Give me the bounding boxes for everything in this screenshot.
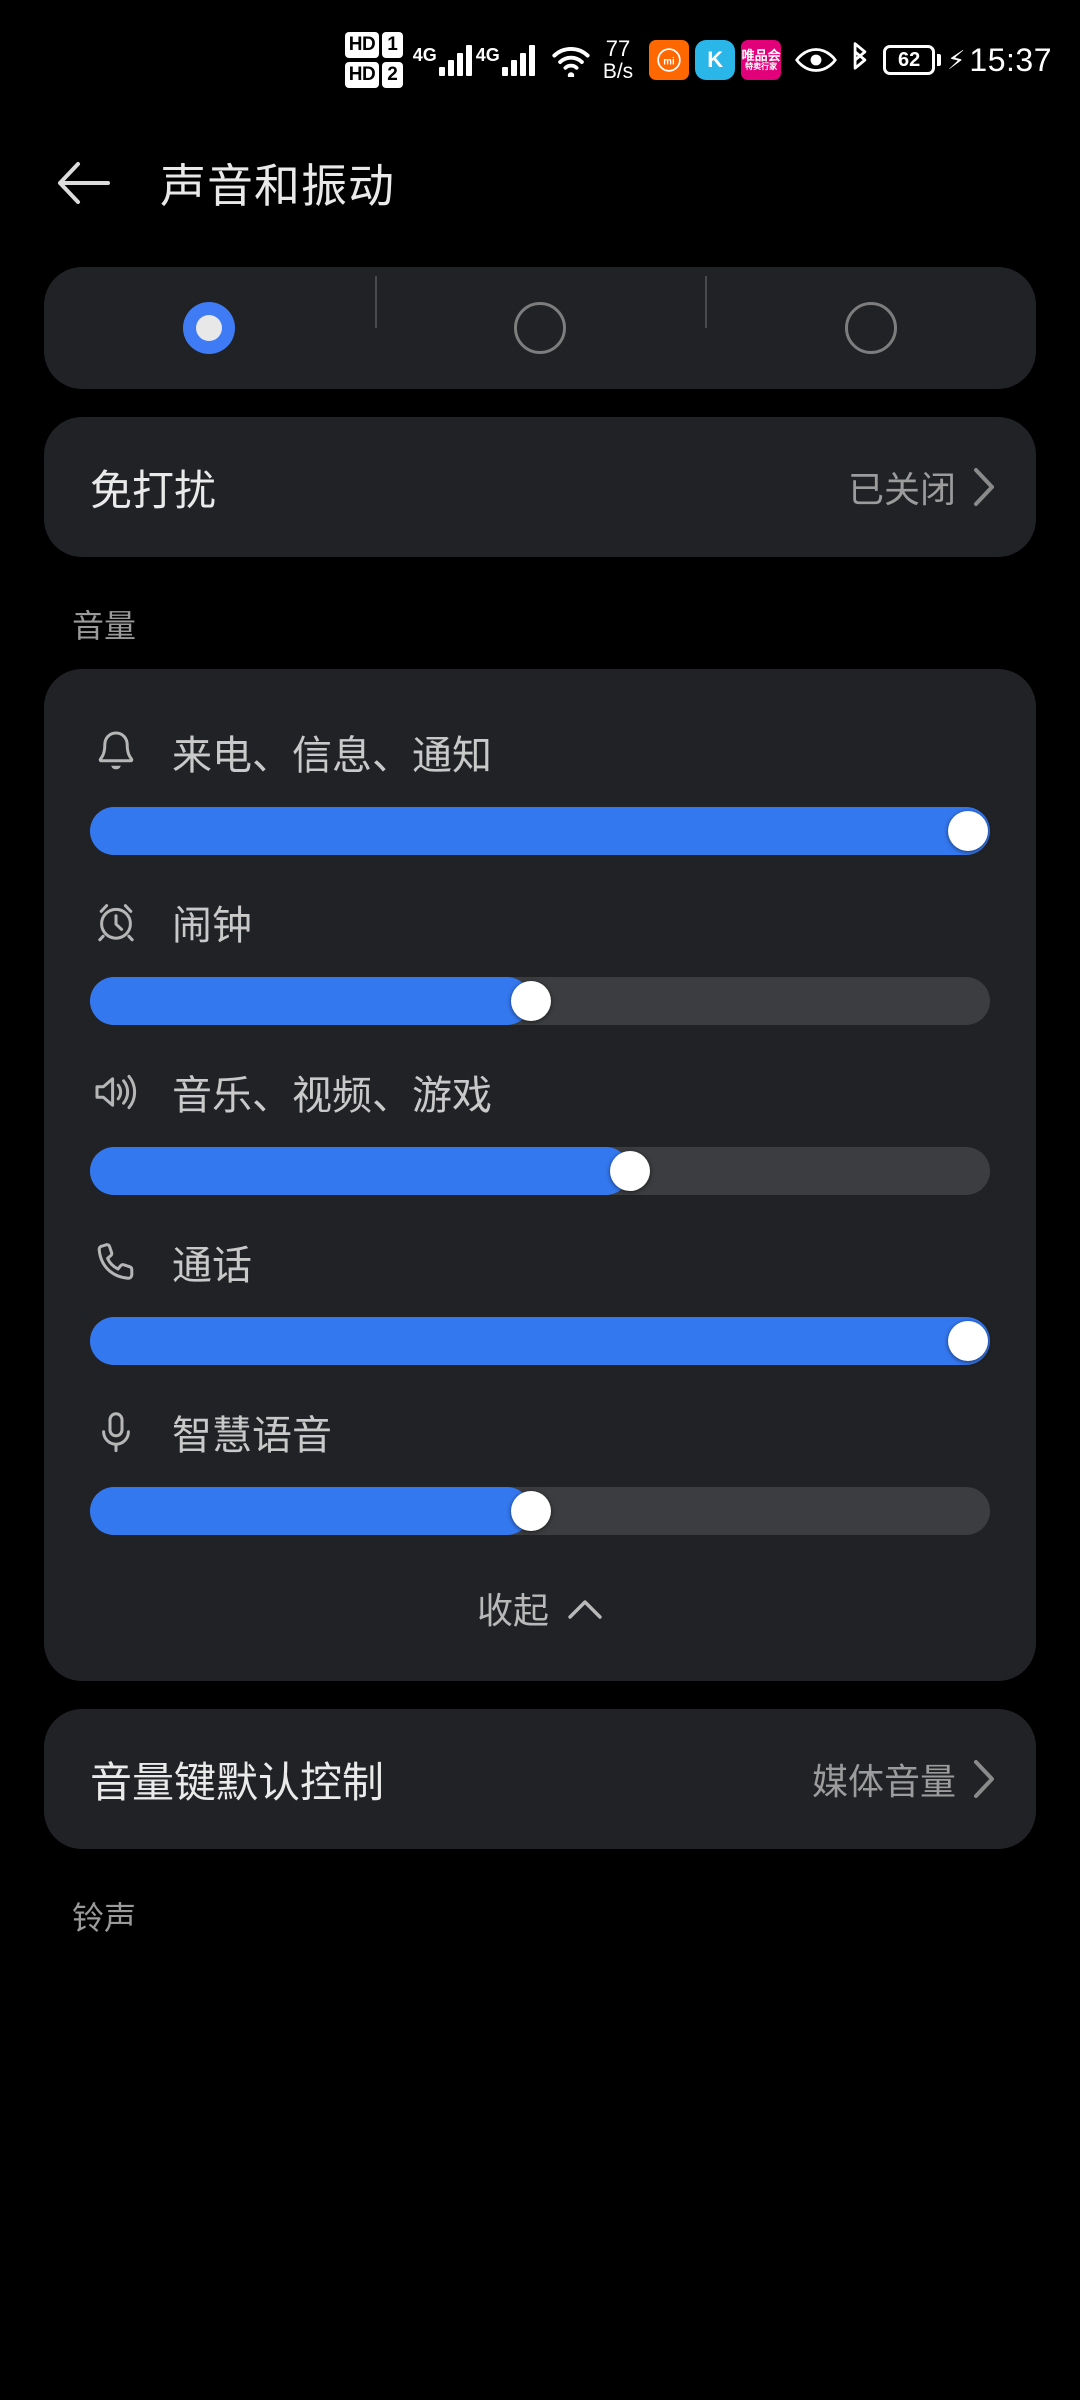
bell-icon [90,726,142,778]
chevron-right-icon [972,466,996,508]
volume-slider-media[interactable] [90,1147,990,1195]
chevron-up-icon [567,1587,603,1629]
wifi-icon [549,43,593,77]
svg-text:mi: mi [663,56,675,67]
sound-mode-option-silent[interactable] [705,276,1036,354]
kugou-app-icon: K [695,40,736,80]
do-not-disturb-value: 已关闭 [847,469,956,510]
volume-slider-ring[interactable] [90,807,990,855]
volume-item-alarm-head: 闹钟 [90,893,990,951]
volume-slider-call-knob[interactable] [948,1321,988,1361]
radio-ring[interactable] [183,302,236,354]
network-speed-value: 77 [605,36,631,62]
volume-item-media: 音乐、视频、游戏 [44,1043,1036,1213]
hd-voice-indicators: HD 1 HD 2 [344,32,403,88]
volume-key-default-value: 媒体音量 [811,1761,956,1802]
hd-badge-sim2: HD 2 [344,62,403,88]
signal-bars-sim1-icon [438,44,472,76]
xiaomi-app-icon: mi [649,40,690,80]
page-header: 声音和振动 [0,120,1080,245]
volume-slider-media-fill [90,1147,630,1195]
status-bar-clock: 15:37 [969,41,1052,78]
volume-slider-ring-knob[interactable] [948,811,988,851]
notification-app-icons: mi K 唯品会 特卖行家 [649,40,782,80]
volume-item-call: 通话 [44,1213,1036,1383]
bluetooth-icon [847,42,873,78]
ringtone-section-label: 铃声 [72,1900,137,1936]
volume-key-default-row[interactable]: 音量键默认控制 媒体音量 [44,1709,1036,1849]
network-speed: 77 B/s [603,37,633,82]
volume-slider-ring-fill [90,807,990,855]
volume-item-ring-head: 来电、信息、通知 [90,723,990,781]
charging-bolt-icon: ⚡ [947,44,966,75]
volume-slider-media-knob[interactable] [610,1151,650,1191]
volume-key-default-right: 媒体音量 [812,1753,996,1805]
vipshop-app-subtitle: 特卖行家 [745,61,778,71]
network-type-sim1: 4G [412,45,437,65]
alarm-clock-icon [90,896,142,948]
volume-item-assistant-head: 智慧语音 [90,1403,990,1461]
phone-icon [90,1236,142,1288]
volume-item-alarm-label: 闹钟 [172,904,252,948]
do-not-disturb-right: 已关闭 [848,461,996,513]
page-title: 声音和振动 [160,159,395,212]
volume-card: 来电、信息、通知 闹钟 音乐、视频、游戏 通话 智慧语音 收起 [44,669,1036,1681]
volume-item-alarm: 闹钟 [44,873,1036,1043]
network-type-sim2: 4G [475,45,500,65]
volume-item-call-head: 通话 [90,1233,990,1291]
battery-level: 62 [883,45,936,75]
radio-vibrate[interactable] [514,302,566,354]
battery-cap [937,54,942,66]
volume-item-media-label: 音乐、视频、游戏 [172,1074,492,1118]
volume-key-default-label: 音量键默认控制 [90,1758,385,1806]
volume-slider-assistant-knob[interactable] [511,1491,551,1531]
volume-slider-call[interactable] [90,1317,990,1365]
hd-badge-sim1: HD 1 [344,32,403,58]
volume-slider-call-fill [90,1317,990,1365]
battery-indicator: 62 [883,45,942,75]
vipshop-app-icon: 唯品会 特卖行家 [741,40,782,80]
microphone-icon [90,1406,142,1458]
volume-slider-alarm-knob[interactable] [511,981,551,1021]
chevron-right-icon [972,1758,996,1800]
status-bar: HD 1 HD 2 4G 4G 77 B/s mi K 唯品会 特卖行家 62 … [0,0,1080,120]
do-not-disturb-label: 免打扰 [90,466,217,514]
hd-number-sim2: 2 [382,62,403,88]
sound-mode-selector [44,267,1036,389]
volume-item-media-head: 音乐、视频、游戏 [90,1063,990,1121]
hd-label-sim1: HD [344,32,380,58]
signal-indicator-sim1: 4G [413,44,472,76]
back-arrow-icon[interactable] [56,155,112,211]
sound-mode-option-ring[interactable] [44,302,375,354]
do-not-disturb-row[interactable]: 免打扰 已关闭 [44,417,1036,557]
sound-mode-option-vibrate[interactable] [374,276,706,354]
speaker-icon [90,1066,142,1118]
hd-number-sim1: 1 [382,32,403,58]
volume-item-assistant-label: 智慧语音 [172,1414,332,1458]
network-speed-unit: B/s [602,59,634,83]
volume-item-ring: 来电、信息、通知 [44,703,1036,873]
signal-indicator-sim2: 4G [476,44,535,76]
volume-slider-assistant-fill [90,1487,531,1535]
volume-item-assistant: 智慧语音 [44,1383,1036,1553]
volume-slider-assistant[interactable] [90,1487,990,1535]
volume-item-call-label: 通话 [172,1244,252,1288]
vipshop-app-title: 唯品会 [741,47,781,63]
volume-section-label: 音量 [72,608,137,644]
volume-slider-alarm-fill [90,977,531,1025]
volume-slider-alarm[interactable] [90,977,990,1025]
hd-label-sim2: HD [344,62,380,88]
signal-bars-sim2-icon [501,44,535,76]
volume-item-ring-label: 来电、信息、通知 [172,734,492,778]
eye-protection-icon [795,45,838,75]
collapse-label: 收起 [476,1590,549,1631]
radio-silent[interactable] [844,302,897,354]
collapse-volume-button[interactable]: 收起 [44,1553,1036,1663]
